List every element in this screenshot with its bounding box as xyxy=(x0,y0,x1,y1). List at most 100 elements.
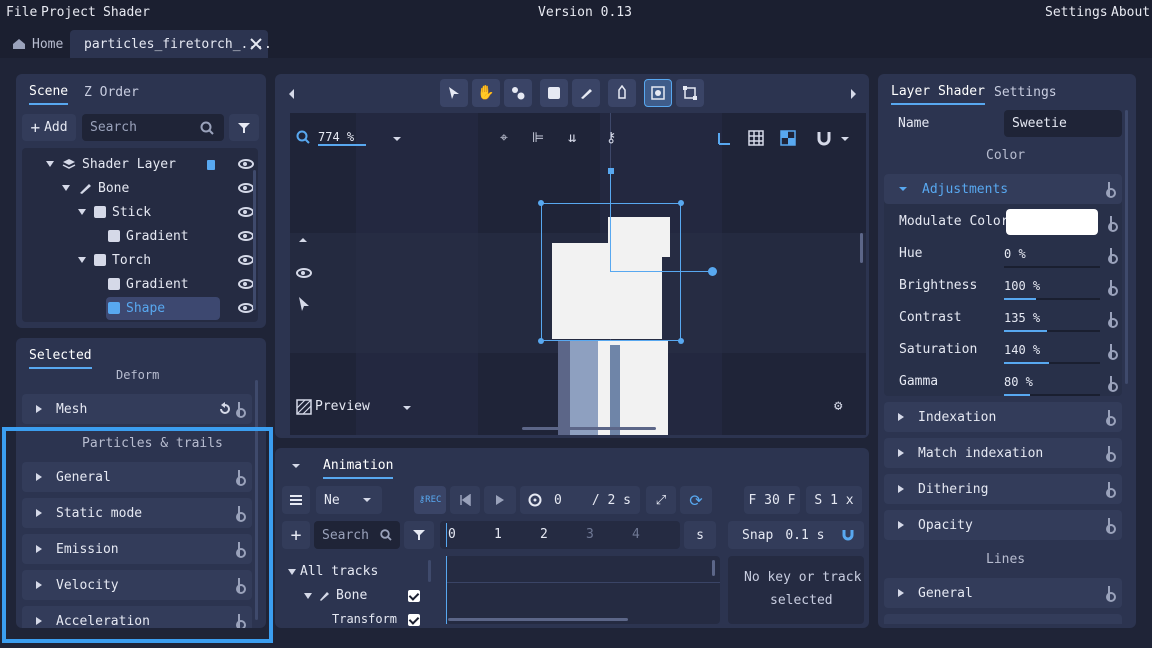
section-mesh[interactable]: Mesh xyxy=(22,394,252,424)
eye-icon[interactable] xyxy=(238,231,254,241)
record-button[interactable]: ⚷REC xyxy=(414,486,446,514)
tab-file[interactable]: particles_firetorch_.... xyxy=(70,30,272,58)
tab-animation[interactable]: Animation xyxy=(323,458,394,479)
viewport-h-scrollbar[interactable] xyxy=(522,427,656,430)
section-opacity[interactable]: Opacity xyxy=(884,510,1122,540)
unit-button[interactable]: s xyxy=(684,521,716,549)
menu-settings[interactable]: Settings xyxy=(1045,5,1108,20)
preview-label[interactable]: Preview xyxy=(315,399,370,414)
tab-scene[interactable]: Scene xyxy=(29,84,69,105)
pen-tool-button[interactable] xyxy=(608,79,636,107)
sort-icon[interactable]: ⇊ xyxy=(568,130,576,146)
transform-tool-button[interactable] xyxy=(644,79,672,107)
key-icon[interactable] xyxy=(1106,446,1116,462)
modulate-color-swatch[interactable] xyxy=(1006,209,1098,235)
section-dithering[interactable]: Dithering xyxy=(884,474,1122,504)
skip-start-button[interactable] xyxy=(450,486,480,514)
contrast-value[interactable]: 135 % xyxy=(1004,311,1040,325)
cursor-icon[interactable] xyxy=(298,296,310,312)
checkbox-icon[interactable] xyxy=(408,589,420,602)
gamma-slider[interactable] xyxy=(1004,394,1100,396)
expand-button[interactable]: ⤢ xyxy=(646,486,676,514)
menu-shader[interactable]: Shader xyxy=(103,5,150,20)
key-icon[interactable]: ⚷ xyxy=(606,130,616,146)
gizmo-y-axis[interactable] xyxy=(610,171,611,271)
key-icon[interactable] xyxy=(1106,410,1116,426)
tab-layer-shader[interactable]: Layer Shader xyxy=(891,84,985,105)
checker-icon[interactable] xyxy=(780,130,796,146)
keyframe-h-scrollbar[interactable] xyxy=(448,618,628,621)
key-icon[interactable] xyxy=(1106,182,1116,198)
eye-icon[interactable] xyxy=(238,255,254,265)
menu-about[interactable]: About xyxy=(1111,5,1150,20)
track-transform-label[interactable]: Transform xyxy=(332,612,397,626)
gizmo-x-handle[interactable] xyxy=(708,267,717,276)
section-indexation[interactable]: Indexation xyxy=(884,402,1122,432)
track-all[interactable]: All tracks xyxy=(288,564,378,579)
crosshair-icon[interactable]: ⌖ xyxy=(500,130,508,146)
track-filter-button[interactable] xyxy=(404,521,434,549)
tab-shader-settings[interactable]: Settings xyxy=(994,85,1057,100)
settings-icon[interactable]: ⚙ xyxy=(834,398,842,414)
tree-item-gradient[interactable]: Gradient xyxy=(24,224,254,248)
gamma-value[interactable]: 80 % xyxy=(1004,375,1033,389)
bone-draw-button[interactable] xyxy=(572,79,600,107)
tab-home[interactable]: Home xyxy=(4,30,71,58)
eye-icon[interactable] xyxy=(238,279,254,289)
axes-icon[interactable] xyxy=(716,130,732,146)
tree-item-shape[interactable]: Shape xyxy=(24,296,254,320)
viewport-v-scrollbar[interactable] xyxy=(860,233,863,263)
key-icon[interactable] xyxy=(1106,482,1116,498)
hue-value[interactable]: 0 % xyxy=(1004,247,1026,261)
scene-search-input[interactable]: Search xyxy=(82,114,224,141)
track-select[interactable]: Ne xyxy=(316,486,382,514)
chevron-down-icon[interactable] xyxy=(840,136,850,142)
play-button[interactable] xyxy=(484,486,516,514)
track-search-input[interactable]: Search xyxy=(314,521,400,549)
eye-icon[interactable] xyxy=(238,207,254,217)
speed-field[interactable]: S 1 x xyxy=(806,486,862,514)
checkbox-icon[interactable] xyxy=(408,614,420,626)
trash-icon[interactable] xyxy=(206,158,216,170)
key-icon[interactable] xyxy=(1108,280,1118,296)
tree-scrollbar[interactable] xyxy=(253,170,256,310)
brightness-slider[interactable] xyxy=(1004,298,1100,300)
timeline-ruler[interactable]: 0 1 2 3 4 xyxy=(440,521,680,549)
adjustments-header[interactable]: Adjustments xyxy=(884,174,1122,204)
magnet-icon[interactable] xyxy=(816,130,832,146)
tree-item-bone[interactable]: Bone xyxy=(24,176,254,200)
eye-icon[interactable] xyxy=(238,159,254,169)
key-icon[interactable] xyxy=(1106,586,1116,602)
key-icon[interactable] xyxy=(1108,376,1118,392)
loop-button[interactable]: ⟳ xyxy=(680,486,712,514)
pan-tool-button[interactable]: ✋ xyxy=(472,79,500,107)
tree-item-torch[interactable]: Torch xyxy=(24,248,254,272)
gizmo-x-axis[interactable] xyxy=(610,271,714,272)
eye-icon[interactable] xyxy=(238,183,254,193)
keyframe-area[interactable] xyxy=(446,556,720,624)
section-lines-general[interactable]: General xyxy=(884,578,1122,608)
filter-button[interactable] xyxy=(229,114,259,141)
chevron-up-icon[interactable] xyxy=(298,236,308,244)
brightness-value[interactable]: 100 % xyxy=(1004,279,1040,293)
snap-field[interactable]: Snap 0.1 s xyxy=(728,521,864,549)
chevron-down-icon[interactable] xyxy=(402,405,412,411)
key-icon[interactable] xyxy=(1106,518,1116,534)
shape-tool-button[interactable] xyxy=(540,79,568,107)
viewport-canvas[interactable] xyxy=(290,113,866,435)
keyframe-v-scrollbar[interactable] xyxy=(712,560,715,576)
key-icon[interactable] xyxy=(1108,344,1118,360)
reset-icon[interactable] xyxy=(218,402,232,416)
gizmo-y-handle[interactable] xyxy=(608,168,614,174)
chevron-down-icon[interactable] xyxy=(291,463,301,469)
fps-field[interactable]: F 30 F xyxy=(744,486,800,514)
tree-item-shader-layer[interactable]: Shader Layer xyxy=(24,152,254,176)
hue-slider[interactable] xyxy=(1004,266,1100,268)
tab-selected[interactable]: Selected xyxy=(29,348,92,369)
menu-button[interactable] xyxy=(282,486,310,514)
name-input[interactable]: Sweetie xyxy=(1004,110,1122,137)
select-tool-button[interactable] xyxy=(440,79,468,107)
add-track-button[interactable]: + xyxy=(282,521,310,549)
chevron-right-icon[interactable] xyxy=(848,88,858,100)
right-scrollbar[interactable] xyxy=(1125,110,1128,384)
